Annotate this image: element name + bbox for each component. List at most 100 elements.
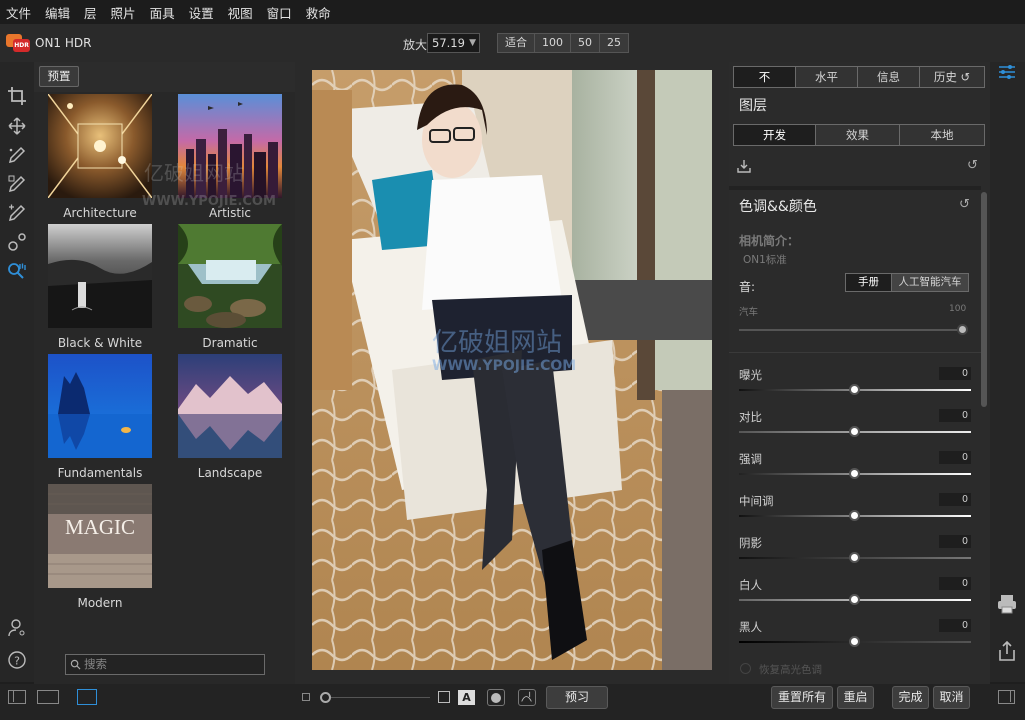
preset-browser: 预置 Architecture Artistic Black & White D… bbox=[34, 62, 295, 684]
left-panel-toggle-icon[interactable] bbox=[8, 690, 26, 704]
share-icon[interactable] bbox=[996, 640, 1018, 662]
zoom-in-icon[interactable] bbox=[438, 691, 450, 703]
preset-thumb-fundamentals[interactable] bbox=[48, 354, 152, 458]
recover-highlights-label: 恢复高光色调 bbox=[759, 664, 822, 676]
preset-thumb-black-white[interactable] bbox=[48, 224, 152, 328]
brush-icon[interactable] bbox=[7, 145, 27, 165]
single-view-icon[interactable] bbox=[77, 689, 97, 705]
camera-profile-value[interactable]: ON1标准 bbox=[743, 252, 787, 267]
preview-button[interactable]: 预习 bbox=[546, 686, 608, 709]
title-bar: HDR ON1 HDR 放大 57.19 ▼ 适合 100 50 25 bbox=[0, 24, 1025, 62]
view-hand-icon[interactable] bbox=[7, 261, 27, 281]
preset-label-black-white: Black & White bbox=[57, 336, 143, 350]
tab-history[interactable]: 历史 ↺ bbox=[920, 67, 984, 87]
preset-thumb-landscape[interactable] bbox=[178, 354, 282, 458]
watermark-text: 亿破姐网站 bbox=[144, 161, 244, 185]
histogram-icon[interactable] bbox=[518, 689, 536, 706]
svg-text:?: ? bbox=[14, 655, 20, 668]
menu-help[interactable]: 救命 bbox=[306, 3, 331, 22]
text-overlay-icon[interactable]: A bbox=[458, 690, 475, 705]
main-photo[interactable]: 亿破姐网站 WWW.YPOJIE.COM bbox=[312, 70, 712, 670]
menu-photo[interactable]: 照片 bbox=[111, 3, 136, 22]
tab-level[interactable]: 水平 bbox=[796, 67, 858, 87]
restart-button[interactable]: 重启 bbox=[837, 686, 874, 709]
zoom-100-button[interactable]: 100 bbox=[535, 34, 571, 52]
zoom-50-button[interactable]: 50 bbox=[571, 34, 600, 52]
thumb-size-slider-track[interactable] bbox=[320, 697, 430, 698]
view-tabs: 不 水平 信息 历史 ↺ bbox=[733, 66, 985, 88]
tone-label: 音: bbox=[739, 280, 756, 294]
preset-label-modern: Modern bbox=[77, 596, 123, 610]
panel-scrollbar[interactable] bbox=[981, 192, 987, 407]
menu-view[interactable]: 视图 bbox=[228, 3, 253, 22]
divider bbox=[729, 186, 981, 190]
crop-icon[interactable] bbox=[7, 86, 27, 106]
search-icon bbox=[70, 659, 81, 670]
preset-thumb-dramatic[interactable] bbox=[178, 224, 282, 328]
tool-strip: ? bbox=[0, 62, 34, 682]
import-icon[interactable] bbox=[737, 159, 751, 173]
cancel-button[interactable]: 取消 bbox=[933, 686, 970, 709]
adjust-sliders-icon[interactable] bbox=[997, 62, 1017, 82]
watermark-url: WWW.YPOJIE.COM bbox=[142, 194, 276, 209]
right-panel-toggle-icon[interactable] bbox=[998, 690, 1015, 704]
zoom-fit-button[interactable]: 适合 bbox=[498, 34, 535, 52]
photo-watermark-url: WWW.YPOJIE.COM bbox=[432, 358, 577, 374]
auto-slider-track[interactable] bbox=[739, 329, 965, 331]
history-undo-icon: ↺ bbox=[960, 70, 971, 84]
module-tabs: 开发 效果 本地 bbox=[733, 124, 985, 146]
preset-thumb-architecture[interactable] bbox=[47, 93, 153, 199]
menu-mask[interactable]: 面具 bbox=[150, 3, 175, 22]
menu-layer[interactable]: 层 bbox=[84, 3, 97, 22]
tone-ai-auto-button[interactable]: 人工智能汽车 bbox=[892, 274, 968, 291]
retouch-icon[interactable] bbox=[7, 203, 27, 223]
tone-mode-toggle: 手册 人工智能汽车 bbox=[845, 273, 969, 292]
app-title: ON1 HDR bbox=[35, 36, 92, 50]
tab-develop[interactable]: 开发 bbox=[734, 125, 816, 145]
mask-brush-icon[interactable] bbox=[7, 174, 27, 194]
tab-info[interactable]: 信息 bbox=[858, 67, 920, 87]
preset-label-fundamentals: Fundamentals bbox=[57, 466, 143, 480]
compare-view-icon[interactable] bbox=[37, 690, 59, 704]
tone-reset-icon[interactable]: ↺ bbox=[959, 197, 970, 212]
search-placeholder: 搜索 bbox=[84, 657, 107, 671]
recover-highlights-radio[interactable] bbox=[740, 663, 751, 674]
menu-edit[interactable]: 编辑 bbox=[45, 3, 70, 22]
layers-title: 图层 bbox=[739, 98, 767, 114]
user-icon[interactable] bbox=[7, 618, 27, 638]
auto-slider-knob[interactable] bbox=[957, 324, 968, 335]
thumb-size-slider-knob[interactable] bbox=[320, 692, 331, 703]
reset-icon[interactable]: ↺ bbox=[967, 158, 978, 173]
mask-view-icon[interactable] bbox=[487, 689, 505, 706]
zoom-value: 57.19 bbox=[432, 36, 465, 50]
zoom-out-icon[interactable] bbox=[302, 693, 310, 701]
zoom-dropdown[interactable]: 57.19 ▼ bbox=[427, 33, 480, 53]
preset-thumb-modern[interactable]: MAGIC bbox=[48, 484, 152, 588]
preset-search-input[interactable]: 搜索 bbox=[65, 654, 265, 675]
menu-bar: 文件 编辑 层 照片 面具 设置 视图 窗口 救命 bbox=[0, 0, 1025, 24]
clone-icon[interactable] bbox=[7, 232, 27, 252]
tone-manual-button[interactable]: 手册 bbox=[846, 274, 892, 291]
tab-none[interactable]: 不 bbox=[734, 67, 796, 87]
tone-color-title: 色调&&颜色 bbox=[739, 199, 817, 215]
preset-label-landscape: Landscape bbox=[197, 466, 263, 480]
app-logo-icon: HDR bbox=[6, 34, 30, 52]
presets-tab[interactable]: 预置 bbox=[39, 66, 79, 87]
auto-label: 汽车 bbox=[739, 307, 759, 318]
help-icon[interactable]: ? bbox=[7, 650, 27, 670]
reset-all-button[interactable]: 重置所有 bbox=[771, 686, 833, 709]
move-icon[interactable] bbox=[7, 116, 27, 136]
divider bbox=[729, 352, 981, 353]
tab-local[interactable]: 本地 bbox=[900, 125, 984, 145]
tab-effects[interactable]: 效果 bbox=[816, 125, 900, 145]
right-tool-strip bbox=[990, 62, 1025, 682]
zoom-25-button[interactable]: 25 bbox=[600, 34, 628, 52]
done-button[interactable]: 完成 bbox=[892, 686, 929, 709]
zoom-label: 放大 bbox=[403, 38, 428, 52]
camera-profile-label: 相机简介： bbox=[739, 234, 800, 248]
print-icon[interactable] bbox=[996, 593, 1018, 615]
menu-file[interactable]: 文件 bbox=[6, 3, 31, 22]
menu-window[interactable]: 窗口 bbox=[267, 3, 292, 22]
menu-settings[interactable]: 设置 bbox=[189, 3, 214, 22]
preset-label-dramatic: Dramatic bbox=[202, 336, 258, 350]
